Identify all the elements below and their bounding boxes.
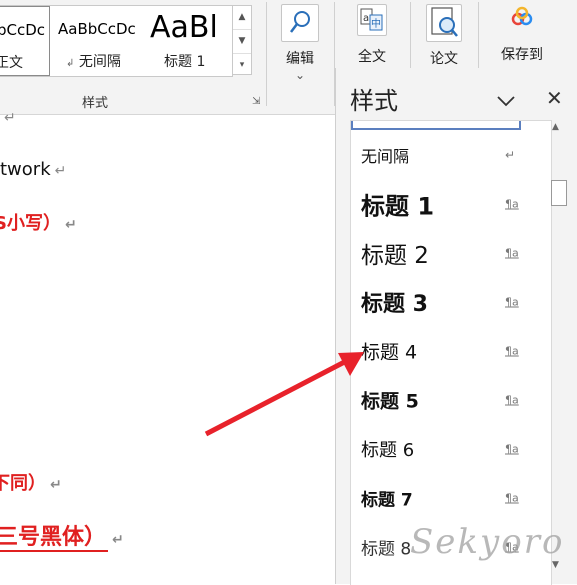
watermark: Sekyoro: [410, 522, 565, 562]
annotation-arrow: [204, 352, 364, 437]
